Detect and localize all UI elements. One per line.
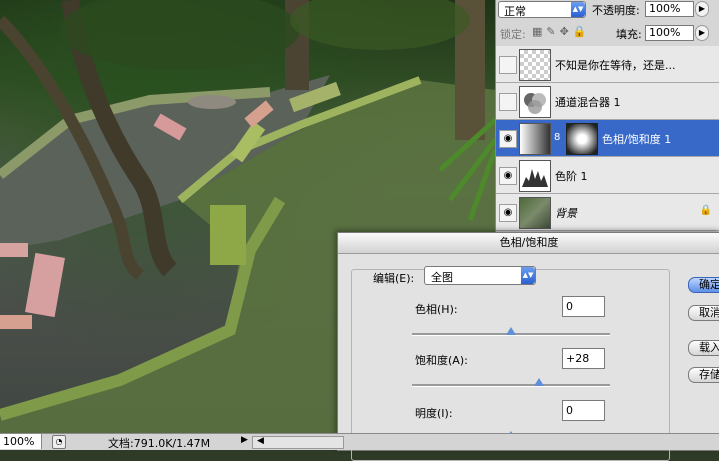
layer-row-hue-saturation[interactable]: ◉ 8 色相/饱和度 1	[496, 120, 719, 157]
lightness-input[interactable]: 0	[562, 400, 605, 421]
edit-label: 编辑(E):	[373, 272, 415, 285]
hue-saturation-icon	[519, 123, 551, 155]
eye-icon[interactable]: ●	[499, 56, 517, 74]
hue-input[interactable]: 0	[562, 296, 605, 317]
layer-row-levels[interactable]: ◉ 色阶 1	[496, 157, 719, 194]
eye-icon[interactable]: ●	[499, 93, 517, 111]
hue-slider[interactable]	[412, 327, 610, 336]
layer-row-background[interactable]: ◉ 背景 🔒	[496, 194, 719, 231]
saturation-slider-thumb[interactable]	[533, 378, 544, 386]
opacity-input[interactable]: 100%	[645, 1, 694, 17]
layers-panel: 正常 ▲▼ 不透明度: 100% ▶ 锁定: ▦✎✥🔒 填充: 100% ▶ ●…	[495, 0, 719, 235]
fill-label: 填充:	[616, 28, 642, 41]
lock-icon: 🔒	[699, 205, 712, 216]
layer-name: 色阶 1	[555, 170, 588, 183]
lock-options-icons[interactable]: ▦✎✥🔒	[532, 25, 591, 38]
layer-name: 背景	[555, 207, 577, 220]
scroll-left-icon[interactable]: ◀	[257, 436, 264, 446]
status-menu-icon[interactable]: ◔	[52, 435, 66, 449]
edit-select[interactable]: 全图 ▲▼	[424, 266, 536, 285]
hue-label: 色相(H):	[415, 303, 458, 316]
cancel-button[interactable]: 取消	[688, 305, 719, 321]
background-thumbnail	[519, 197, 551, 229]
status-arrow-icon[interactable]: ▶	[241, 435, 248, 445]
eye-icon[interactable]: ◉	[499, 204, 517, 222]
dropdown-arrow-icon: ▲▼	[521, 267, 535, 284]
opacity-label: 不透明度:	[592, 4, 640, 17]
load-button[interactable]: 载入...	[688, 340, 719, 356]
fill-arrow-icon[interactable]: ▶	[695, 25, 709, 41]
blend-mode-select[interactable]: 正常 ▲▼	[498, 1, 586, 18]
layer-name: 色相/饱和度 1	[602, 133, 672, 146]
saturation-slider[interactable]	[412, 378, 610, 387]
fill-input[interactable]: 100%	[645, 25, 694, 41]
opacity-arrow-icon[interactable]: ▶	[695, 1, 709, 17]
layer-row-channel-mixer[interactable]: ● 通道混合器 1	[496, 83, 719, 120]
zoom-field[interactable]: 100%	[0, 434, 42, 449]
dialog-title[interactable]: 色相/饱和度	[338, 233, 719, 254]
channel-mixer-icon	[519, 86, 551, 118]
saturation-input[interactable]: +28	[562, 348, 605, 369]
hue-slider-thumb[interactable]	[506, 327, 516, 335]
lightness-label: 明度(I):	[415, 407, 453, 420]
edit-value: 全图	[431, 271, 453, 284]
layer-thumbnail	[519, 49, 551, 81]
status-bar: 100% ◔ 文档:791.0K/1.47M ▶ ◀	[0, 433, 719, 450]
ok-button[interactable]: 确定	[688, 277, 719, 293]
save-button[interactable]: 存储...	[688, 367, 719, 383]
levels-histogram-icon	[519, 160, 551, 192]
chain-link-icon: 8	[554, 132, 561, 143]
eye-icon[interactable]: ◉	[499, 130, 517, 148]
hue-saturation-dialog: 色相/饱和度 编辑(E): 全图 ▲▼ 色相(H): 0 饱和度(A): +28…	[337, 232, 719, 461]
layer-name: 通道混合器 1	[555, 96, 621, 109]
saturation-label: 饱和度(A):	[415, 354, 468, 367]
blend-mode-value: 正常	[504, 5, 526, 18]
layer-mask-thumbnail[interactable]	[566, 123, 598, 155]
layer-name: 不知是你在等待，还是...	[555, 59, 676, 72]
lock-label: 锁定:	[500, 28, 526, 41]
dropdown-arrow-icon: ▲▼	[571, 2, 585, 17]
layer-row-text[interactable]: ● 不知是你在等待，还是...	[496, 46, 719, 83]
eye-icon[interactable]: ◉	[499, 167, 517, 185]
horizontal-scrollbar[interactable]: ◀	[252, 436, 344, 449]
